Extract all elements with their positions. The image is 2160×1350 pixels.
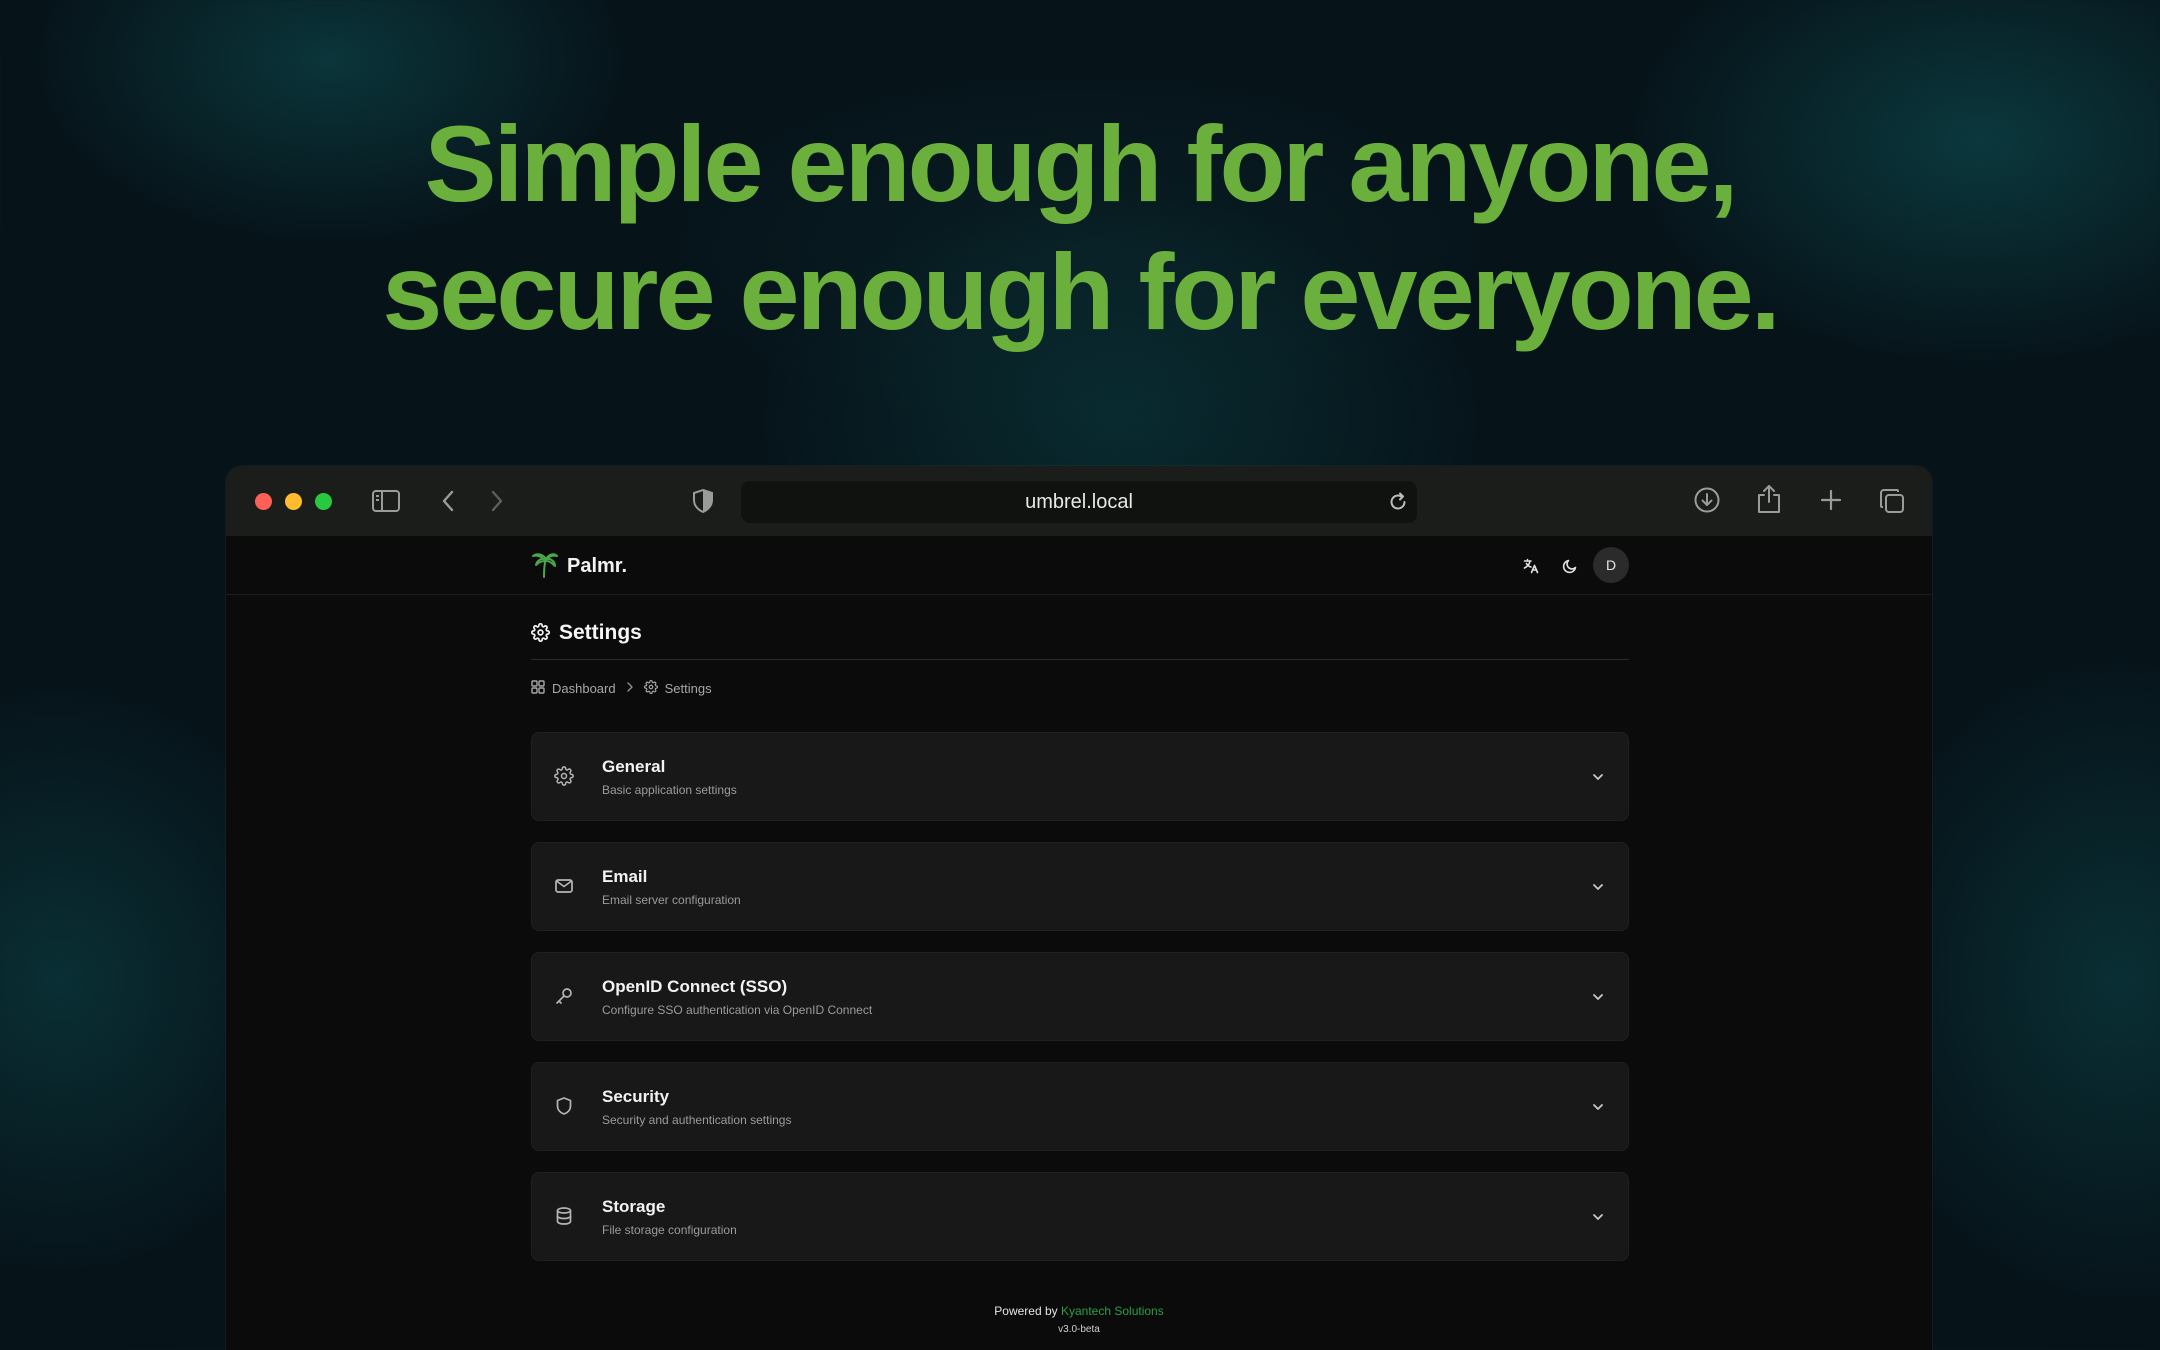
dashboard-icon [531,680,545,697]
hero-line-1: Simple enough for anyone, [424,103,1738,224]
section-title: General [602,757,666,776]
breadcrumb-dashboard-label: Dashboard [552,681,616,696]
browser-toolbar: umbrel.local [226,466,1932,536]
breadcrumb: Dashboard Settings [531,680,712,697]
page-title-row: Settings [530,621,1629,660]
page-title: Settings [559,621,642,644]
section-title: Storage [602,1197,666,1216]
settings-section-security[interactable]: Security Security and authentication set… [531,1062,1629,1151]
hero-heading: Simple enough for anyone, secure enough … [0,100,2160,356]
sidebar-icon[interactable] [371,488,401,514]
section-title: Email [602,867,648,886]
app-logo-text: Palmr. [567,555,628,577]
back-icon[interactable] [440,489,456,513]
section-description: Security and authentication settings [602,1113,792,1127]
mail-icon [554,876,574,901]
gear-icon [554,766,574,791]
browser-window: umbrel.local Palmr. D Settings Dashboard… [226,466,1932,1350]
chevron-down-icon[interactable] [1590,1209,1606,1230]
zoom-window-button[interactable] [315,493,332,510]
gear-icon [530,622,551,647]
forward-icon[interactable] [489,489,505,513]
section-title: OpenID Connect (SSO) [602,977,788,996]
powered-by-prefix: Powered by [994,1304,1058,1318]
section-description: File storage configuration [602,1223,737,1237]
shield-icon [554,1096,574,1121]
new-tab-icon[interactable] [1819,488,1843,512]
app-logo[interactable]: Palmr. [531,549,627,584]
hero-line-2: secure enough for everyone. [382,231,1780,352]
section-description: Basic application settings [602,783,737,797]
powered-by: Powered by Kyantech Solutions [226,1304,1932,1318]
language-icon[interactable] [1523,558,1539,579]
url-text: umbrel.local [1025,491,1133,513]
privacy-shield-icon[interactable] [691,488,715,514]
key-icon [554,986,574,1011]
avatar[interactable]: D [1593,547,1629,583]
moon-icon[interactable] [1562,558,1578,579]
palm-tree-icon [531,549,559,584]
section-description: Configure SSO authentication via OpenID … [602,1003,873,1017]
settings-section-email[interactable]: Email Email server configuration [531,842,1629,931]
section-description: Email server configuration [602,893,741,907]
chevron-down-icon[interactable] [1590,879,1606,900]
breadcrumb-dashboard[interactable]: Dashboard [531,680,616,697]
settings-section-storage[interactable]: Storage File storage configuration [531,1172,1629,1261]
share-icon[interactable] [1756,483,1782,515]
chevron-down-icon[interactable] [1590,989,1606,1010]
database-icon [554,1206,574,1231]
close-window-button[interactable] [255,493,272,510]
powered-by-brand-link[interactable]: Kyantech Solutions [1061,1304,1164,1318]
minimize-window-button[interactable] [285,493,302,510]
app-header: Palmr. D [226,536,1932,595]
section-title: Security [602,1087,670,1106]
gear-icon [643,680,658,697]
tabs-overview-icon[interactable] [1878,487,1906,515]
settings-section-openid[interactable]: OpenID Connect (SSO) Configure SSO authe… [531,952,1629,1041]
chevron-right-icon [626,681,634,696]
app-footer: Powered by Kyantech Solutions v3.0-beta [226,1304,1932,1335]
app-page: Palmr. D Settings Dashboard Settings Gen… [226,536,1932,1350]
chevron-down-icon[interactable] [1590,1099,1606,1120]
breadcrumb-current-label: Settings [664,681,712,696]
reload-icon[interactable] [1387,491,1409,518]
download-icon[interactable] [1693,486,1721,514]
app-version: v3.0-beta [1058,1324,1100,1335]
settings-section-general[interactable]: General Basic application settings [531,732,1629,821]
chevron-down-icon[interactable] [1590,769,1606,790]
address-bar[interactable]: umbrel.local [741,481,1417,523]
breadcrumb-current: Settings [643,680,712,697]
